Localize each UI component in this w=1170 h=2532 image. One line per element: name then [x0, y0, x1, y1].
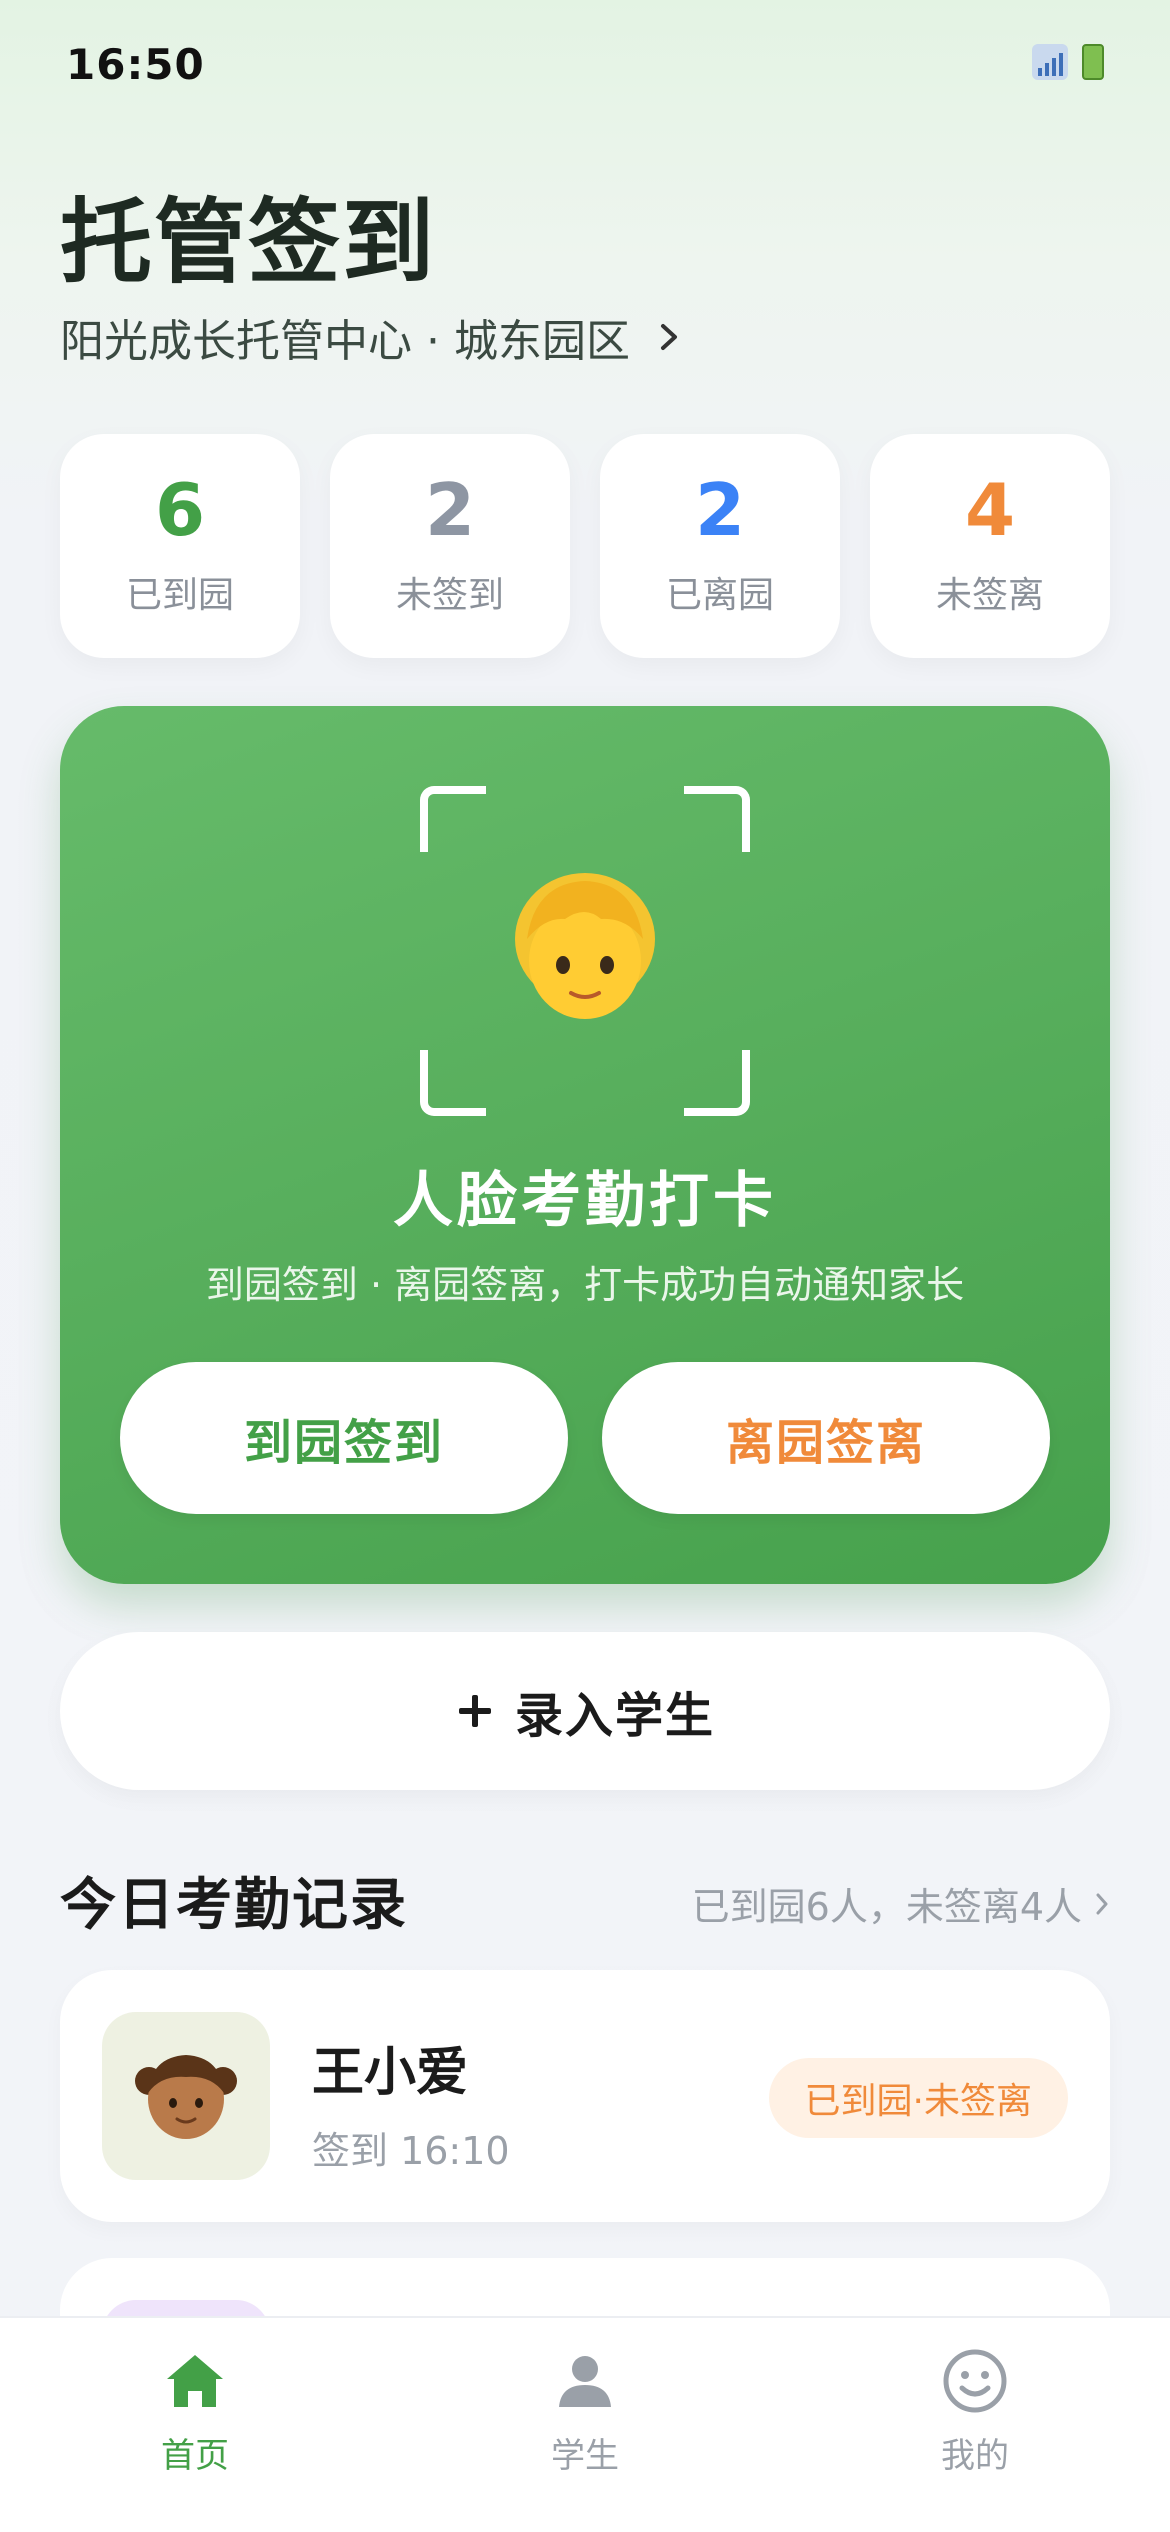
child-face-icon: [515, 873, 655, 1019]
stat-card-left[interactable]: 2 已离园: [600, 434, 840, 658]
chevron-right-icon: [652, 320, 686, 354]
scan-corner: [684, 786, 750, 852]
stat-value: 2: [694, 468, 746, 552]
add-student-label: 录入学生: [514, 1688, 715, 1744]
tab-home[interactable]: 首页: [0, 2318, 390, 2532]
stat-label: 已到园: [125, 575, 234, 616]
scan-frame: [420, 786, 750, 1116]
scan-corner: [420, 786, 486, 852]
stat-value: 2: [424, 468, 476, 552]
records-summary-text: 已到园6人，未签离4人: [691, 1885, 1082, 1929]
scan-corner: [684, 1050, 750, 1116]
tab-mine[interactable]: 我的: [780, 2318, 1170, 2532]
plus-icon: [455, 1691, 495, 1731]
record-time: 签到 16:10: [312, 2129, 510, 2173]
stat-card-not-checked-in[interactable]: 2 未签到: [330, 434, 570, 658]
stats-row: 6 已到园 2 未签到 2 已离园 4 未签离: [60, 434, 1110, 658]
home-icon: [160, 2346, 230, 2416]
tab-bar: 首页 学生 我的: [0, 2316, 1170, 2532]
signal-icon: [1032, 44, 1068, 80]
face-card-subtitle: 到园签到 · 离园签离，打卡成功自动通知家长: [205, 1263, 965, 1307]
status-icons: [1032, 44, 1104, 80]
smiley-icon: [940, 2346, 1010, 2416]
tab-label: 学生: [551, 2436, 619, 2476]
tab-label: 首页: [161, 2436, 229, 2476]
page-title: 托管签到: [60, 189, 437, 296]
chevron-right-icon: [1094, 1882, 1110, 1926]
stat-value: 6: [154, 468, 206, 552]
record-item[interactable]: 王小爱 签到 16:10 已到园·未签离: [60, 1970, 1110, 2222]
stat-label: 已离园: [665, 575, 774, 616]
stat-value: 4: [964, 468, 1016, 552]
girl-avatar-icon: [135, 2055, 237, 2139]
status-badge: 已到园·未签离: [768, 2058, 1068, 2138]
battery-icon: [1082, 44, 1104, 80]
stat-card-arrived[interactable]: 6 已到园: [60, 434, 300, 658]
record-name: 王小爱: [312, 2043, 469, 2103]
stat-card-not-checked-out[interactable]: 4 未签离: [870, 434, 1110, 658]
status-time: 16:50: [66, 40, 205, 89]
avatar: [102, 2012, 270, 2180]
status-bar: 16:50: [0, 0, 1170, 130]
stat-label: 未签到: [395, 575, 504, 616]
records-title: 今日考勤记录: [60, 1873, 408, 1938]
tab-label: 我的: [941, 2436, 1009, 2476]
check-out-button[interactable]: 离园签离: [602, 1362, 1050, 1514]
center-name: 阳光成长托管中心 · 城东园区: [60, 316, 630, 367]
records-summary-link[interactable]: 已到园6人，未签离4人: [692, 1876, 1110, 1931]
tab-students[interactable]: 学生: [390, 2318, 780, 2532]
face-attendance-card: 人脸考勤打卡 到园签到 · 离园签离，打卡成功自动通知家长 到园签到 离园签离: [60, 706, 1110, 1584]
add-student-button[interactable]: 录入学生: [60, 1632, 1110, 1790]
scan-corner: [420, 1050, 486, 1116]
person-icon: [550, 2346, 620, 2416]
center-selector[interactable]: 阳光成长托管中心 · 城东园区: [60, 305, 686, 369]
face-card-title: 人脸考勤打卡: [393, 1166, 777, 1236]
stat-label: 未签离: [935, 575, 1044, 616]
check-in-button[interactable]: 到园签到: [120, 1362, 568, 1514]
